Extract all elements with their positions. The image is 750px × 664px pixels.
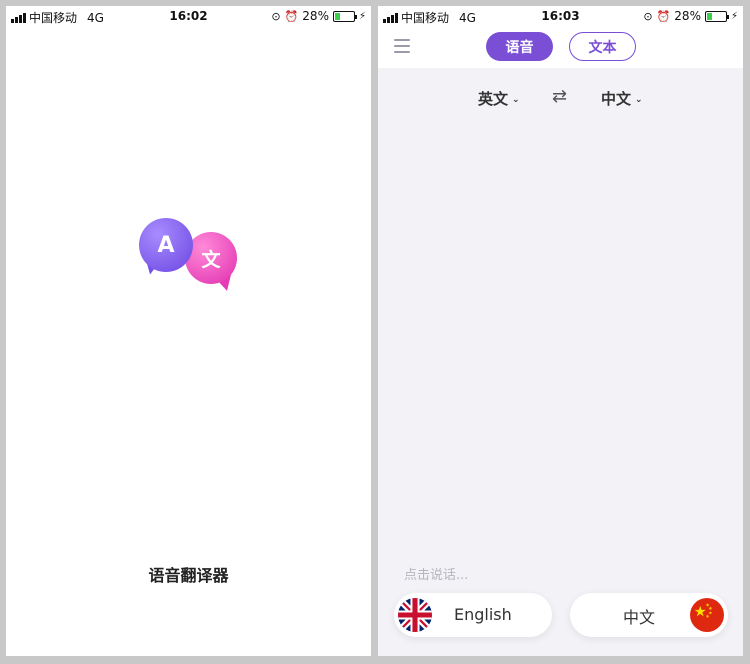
menu-icon[interactable] [394,39,410,53]
top-nav: 语音 文本 [378,26,743,68]
status-bar: 中国移动 4G 16:03 ⊙ ⏰ 28% ⚡ [378,6,743,26]
chinese-button-label: 中文 [623,608,656,627]
splash-screen: 中国移动 4G 16:02 ⊙ ⏰ 28% ⚡ A 文 语音翻译器 [6,6,371,656]
china-flag-icon [690,598,724,632]
source-language-dropdown[interactable]: 英文 ⌄ [478,88,520,109]
charging-icon: ⚡ [358,10,366,22]
battery-icon [332,10,357,22]
chevron-down-icon: ⌄ [512,95,520,105]
speech-bubble-a-icon: A [139,218,193,272]
uk-flag-icon [398,598,432,632]
target-language-label: 中文 [601,90,632,108]
orientation-lock-icon: ⊙ [271,9,281,23]
source-language-label: 英文 [478,90,509,108]
translator-screen: 中国移动 4G 16:03 ⊙ ⏰ 28% ⚡ 语音 文本 英文 ⌄ ⇄ 中文 ⌄ … [378,6,743,656]
speak-english-button[interactable]: English [394,593,552,637]
swap-languages-icon[interactable]: ⇄ [552,86,567,107]
app-name: 语音翻译器 [148,566,229,585]
tab-text[interactable]: 文本 [569,32,636,61]
alarm-icon: ⏰ [284,9,299,23]
orientation-lock-icon: ⊙ [643,9,653,23]
target-language-dropdown[interactable]: 中文 ⌄ [601,88,643,109]
speak-chinese-button[interactable]: 中文 [570,593,728,637]
battery-percent: 28% [674,9,701,23]
battery-icon [704,10,729,22]
charging-icon: ⚡ [730,10,738,22]
app-logo: A 文 [138,218,240,298]
english-button-label: English [454,605,512,624]
status-bar: 中国移动 4G 16:02 ⊙ ⏰ 28% ⚡ [6,6,371,26]
battery-percent: 28% [302,9,329,23]
tap-to-speak-hint: 点击说话... [404,568,469,583]
tab-voice[interactable]: 语音 [486,32,553,61]
speech-bubble-wen-icon: 文 [185,232,237,284]
chevron-down-icon: ⌄ [635,95,643,105]
alarm-icon: ⏰ [656,9,671,23]
language-selector: 英文 ⌄ ⇄ 中文 ⌄ [378,86,743,110]
